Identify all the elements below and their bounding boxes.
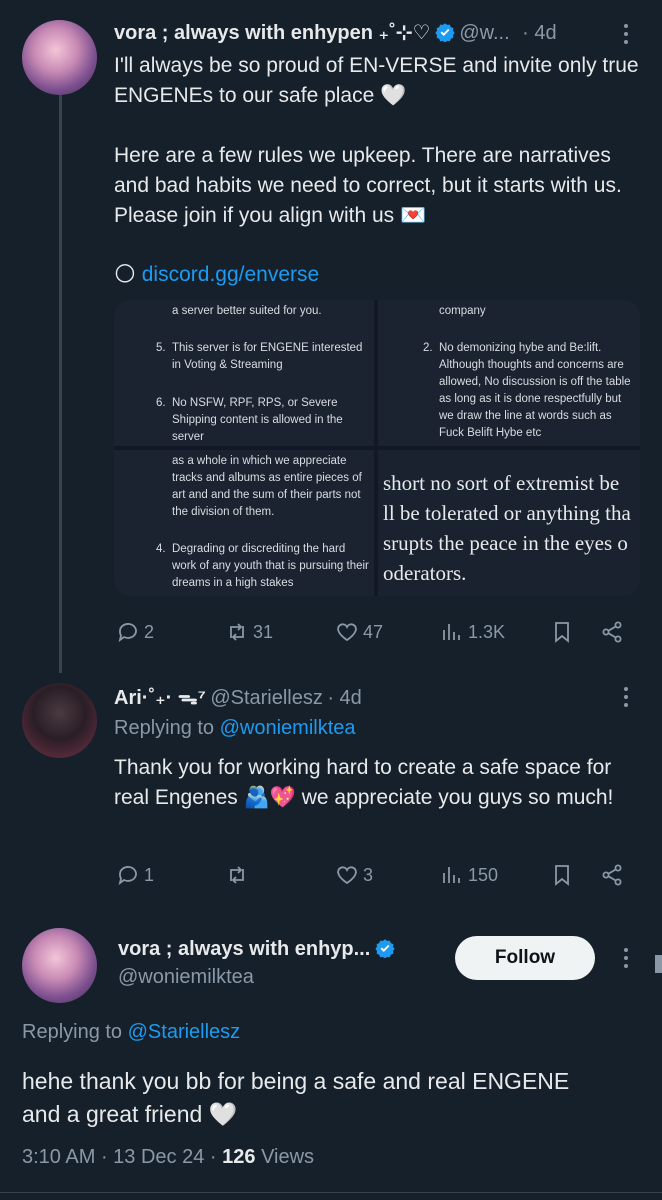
thread-line: [59, 95, 62, 673]
views-count: 150: [468, 864, 499, 885]
media-image[interactable]: short no sort of extremist be ll be tole…: [378, 450, 640, 596]
image-text: oderators.: [383, 561, 467, 585]
media-grid[interactable]: a server better suited for you. 5. This …: [114, 300, 640, 596]
image-text: a server better suited for you.: [172, 305, 322, 317]
more-icon[interactable]: [623, 948, 629, 972]
repost-count: 31: [253, 621, 274, 642]
image-text: as a whole in which we appreciate tracks…: [172, 455, 362, 518]
tweet-header: vora ; always with enhypen ₊˚⊹♡ @w... · …: [114, 20, 614, 48]
bookmark-button[interactable]: [550, 620, 574, 644]
image-text: short no sort of extremist be: [383, 471, 620, 495]
like-button[interactable]: 3: [335, 863, 373, 887]
replying-handle[interactable]: @woniemilktea: [220, 717, 356, 739]
image-text: 6.: [156, 397, 166, 409]
tweet-header: Ari·˚₊· ᯓ⁷ @Stariellesz · 4d: [114, 683, 594, 711]
views-button[interactable]: 150: [440, 863, 498, 887]
repost-icon: [230, 866, 244, 884]
views-button[interactable]: 1.3K: [440, 620, 505, 644]
divider: [0, 1192, 662, 1193]
reply-button[interactable]: 2: [116, 620, 154, 644]
avatar[interactable]: [22, 20, 97, 95]
image-text: ll be tolerated or anything tha: [383, 501, 631, 525]
main-tweet-text: hehe thank you bb for being a safe and r…: [22, 1068, 570, 1127]
timestamp[interactable]: · 4d: [327, 687, 361, 709]
replying-label: Replying to: [114, 717, 215, 739]
views-icon: [443, 624, 460, 640]
bookmark-icon: [555, 865, 569, 886]
replying-handle[interactable]: @Stariellesz: [128, 1021, 241, 1043]
reply-icon: [118, 866, 137, 886]
media-image[interactable]: company 2. No demonizing hybe and Be:lif…: [378, 300, 640, 446]
image-text: srupts the peace in the eyes o: [383, 531, 628, 555]
verified-icon: [375, 939, 395, 958]
bookmark-icon: [555, 622, 569, 643]
tweet-link[interactable]: 🌕 discord.gg/enverse: [114, 260, 319, 290]
image-text: No demonizing hybe and Be:lift. Although…: [439, 342, 631, 439]
image-text: Degrading or discrediting the hard work …: [172, 543, 369, 589]
like-icon: [337, 623, 357, 642]
verified-icon: [435, 23, 455, 42]
replying-to: Replying to @woniemilktea: [114, 717, 356, 740]
bookmark-button[interactable]: [550, 863, 574, 887]
handle[interactable]: @Stariellesz: [210, 687, 323, 709]
tweet-text: Here are a few rules we upkeep. There ar…: [114, 144, 622, 227]
like-count: 47: [363, 621, 384, 642]
repost-button[interactable]: 31: [225, 620, 273, 644]
avatar[interactable]: [22, 683, 97, 758]
reply-count: 1: [144, 864, 155, 885]
share-button[interactable]: [600, 620, 624, 644]
link-text[interactable]: discord.gg/enverse: [142, 263, 319, 286]
share-icon: [602, 621, 622, 643]
image-text: company: [439, 305, 486, 317]
display-name[interactable]: vora ; always with enhypen ₊˚⊹♡: [114, 22, 430, 44]
post-time[interactable]: 3:10 AM: [22, 1146, 95, 1168]
reply-icon: [118, 623, 137, 643]
main-header: vora ; always with enhyp...: [118, 938, 448, 961]
handle[interactable]: @w...: [459, 22, 509, 44]
tweet-text: Thank you for working hard to create a s…: [114, 756, 614, 809]
image-text: No NSFW, RPF, RPS, or Severe Shipping co…: [172, 397, 343, 443]
views-count: 1.3K: [468, 621, 506, 642]
views-count: 126: [222, 1146, 256, 1168]
reply-button[interactable]: 1: [116, 863, 154, 887]
more-icon[interactable]: [623, 687, 629, 711]
image-text: 4.: [156, 543, 166, 555]
replying-to: Replying to @Stariellesz: [22, 1021, 240, 1044]
handle[interactable]: @woniemilktea: [118, 966, 254, 989]
image-text: 2.: [423, 342, 433, 354]
post-date[interactable]: 13 Dec 24: [113, 1146, 204, 1168]
display-name[interactable]: vora ; always with enhyp...: [118, 938, 370, 960]
image-text: This server is for ENGENE interested in …: [172, 342, 363, 371]
share-button[interactable]: [600, 863, 624, 887]
more-icon[interactable]: [623, 24, 629, 48]
repost-icon: [230, 623, 244, 641]
share-icon: [602, 864, 622, 886]
media-image[interactable]: a server better suited for you. 5. This …: [114, 300, 374, 446]
display-name[interactable]: Ari·˚₊· ᯓ⁷: [114, 687, 206, 709]
like-button[interactable]: 47: [335, 620, 383, 644]
tweet-meta: 3:10 AM · 13 Dec 24 · 126 Views: [22, 1146, 315, 1168]
like-count: 3: [363, 864, 374, 885]
repost-button[interactable]: [225, 863, 253, 887]
views-label: Views: [261, 1146, 315, 1168]
reply-count: 2: [144, 621, 155, 642]
moon-icon: 🌕: [114, 263, 136, 286]
like-icon: [337, 866, 357, 885]
views-icon: [443, 867, 460, 883]
follow-button[interactable]: Follow: [455, 936, 595, 980]
avatar[interactable]: [22, 928, 97, 1003]
tweet-text: I'll always be so proud of EN-VERSE and …: [114, 54, 639, 107]
replying-label: Replying to: [22, 1021, 123, 1043]
media-image[interactable]: as a whole in which we appreciate tracks…: [114, 450, 374, 596]
image-text: 5.: [156, 342, 166, 354]
scrollbar[interactable]: [655, 955, 662, 973]
timestamp[interactable]: · 4d: [522, 22, 556, 44]
